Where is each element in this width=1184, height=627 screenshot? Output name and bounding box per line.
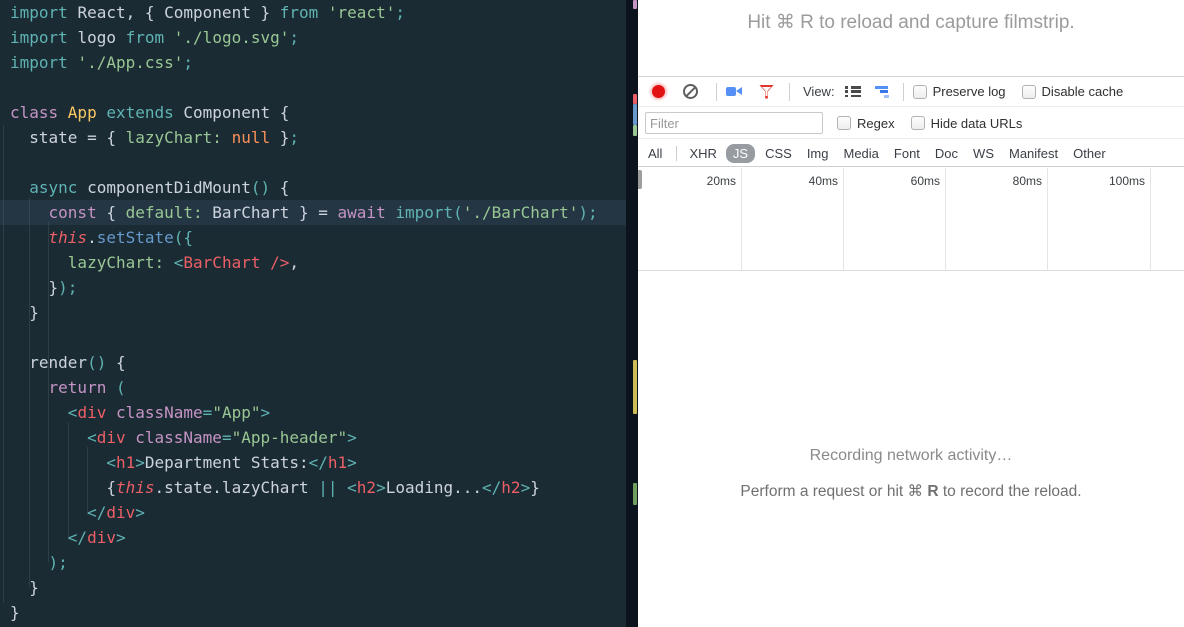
scrollbar-annotation-mark [633,104,637,125]
code-line: import React, { Component } from 'react'… [0,0,626,25]
scrollbar-annotation-mark [633,125,637,136]
code-line: lazyChart: <BarChart />, [0,250,626,275]
timeline-overview[interactable]: 20ms 40ms 60ms 80ms 100ms [638,168,1184,271]
timeline-tick-label: 80ms [1013,174,1042,188]
filter-row: Regex Hide data URLs [638,108,1184,139]
resource-tab-xhr[interactable]: XHR [688,144,717,163]
indent-guide [68,422,69,540]
code-line: } [0,300,626,325]
record-button[interactable] [652,85,665,98]
list-view-icon[interactable] [845,86,861,97]
scrollbar-annotation-mark [633,94,637,104]
disable-cache-label[interactable]: Disable cache [1042,84,1124,99]
code-line [0,75,626,100]
code-line: const { default: BarChart } = await impo… [0,200,626,225]
code-line: ); [0,550,626,575]
filter-funnel-icon[interactable] [759,85,774,99]
code-area[interactable]: import React, { Component } from 'react'… [0,0,626,627]
code-line: <div className="App"> [0,400,626,425]
editor-scrollbar[interactable] [626,0,638,627]
status-messages: Recording network activity… Perform a re… [638,447,1184,501]
code-line [0,150,626,175]
resource-tab-font[interactable]: Font [893,144,921,163]
resource-tab-all[interactable]: All [647,144,663,163]
devtools-network-panel: Hit ⌘ R to reload and capture filmstrip.… [638,0,1184,627]
indent-guide [3,125,4,603]
timeline-gridline [843,168,844,270]
resource-tab-manifest[interactable]: Manifest [1008,144,1059,163]
filmstrip-hint: Hit ⌘ R to reload and capture filmstrip. [638,11,1184,34]
toolbar-separator [789,83,790,101]
code-line: </div> [0,525,626,550]
timeline-tick-label: 40ms [809,174,838,188]
toolbar-separator [716,83,717,101]
scrollbar-annotation-mark [633,0,637,9]
code-line: class App extends Component { [0,100,626,125]
code-line: this.setState({ [0,225,626,250]
capture-screenshots-icon[interactable] [726,86,743,97]
code-line: <h1>Department Stats:</h1> [0,450,626,475]
tab-separator [676,146,677,161]
hide-data-urls-label[interactable]: Hide data URLs [931,116,1023,131]
timeline-gridline [945,168,946,270]
resource-tab-other[interactable]: Other [1072,144,1107,163]
code-line: {this.state.lazyChart || <h2>Loading...<… [0,475,626,500]
code-line: state = { lazyChart: null }; [0,125,626,150]
code-line: return ( [0,375,626,400]
reload-instruction: Perform a request or hit ⌘ R to record t… [638,482,1184,501]
code-line: <div className="App-header"> [0,425,626,450]
recording-status: Recording network activity… [638,447,1184,465]
code-line: async componentDidMount() { [0,175,626,200]
timeline-gridline [1150,168,1151,270]
scrollbar-annotation-mark [633,360,637,414]
timeline-tick-label: 20ms [707,174,736,188]
timeline-gridline [741,168,742,270]
indent-guide [48,222,49,562]
view-label: View: [803,84,835,99]
code-line: }); [0,275,626,300]
code-line: } [0,575,626,600]
screen: import React, { Component } from 'react'… [0,0,1184,627]
resource-tab-css[interactable]: CSS [764,144,793,163]
code-line: import logo from './logo.svg'; [0,25,626,50]
code-line: </div> [0,500,626,525]
resource-tab-doc[interactable]: Doc [934,144,959,163]
code-line: render() { [0,350,626,375]
regex-checkbox[interactable] [837,116,851,130]
indent-guide [87,447,88,515]
indent-guide [29,197,30,587]
regex-label[interactable]: Regex [857,116,895,131]
disable-cache-checkbox[interactable] [1022,85,1036,99]
filmstrip-area: Hit ⌘ R to reload and capture filmstrip. [638,0,1184,77]
resource-tab-ws[interactable]: WS [972,144,995,163]
timeline-tick-label: 60ms [911,174,940,188]
preserve-log-checkbox[interactable] [913,85,927,99]
network-toolbar: View: Preserve log Disable cache [638,77,1184,107]
timeline-scroll-notch[interactable] [638,170,642,189]
timeline-gridline [1047,168,1048,270]
hide-data-urls-checkbox[interactable] [911,116,925,130]
resource-type-tabs: All XHR JS CSS Img Media Font Doc WS Manifest Othe… [638,140,1184,167]
waterfall-view-icon[interactable] [875,86,894,98]
code-line: } [0,600,626,625]
clear-button[interactable] [683,84,698,99]
scrollbar-annotation-mark [633,483,637,505]
preserve-log-label[interactable]: Preserve log [933,84,1006,99]
timeline-tick-label: 100ms [1109,174,1145,188]
code-line: import './App.css'; [0,50,626,75]
code-editor-pane: import React, { Component } from 'react'… [0,0,638,627]
resource-tab-img[interactable]: Img [806,144,830,163]
toolbar-separator [903,83,904,101]
filter-input[interactable] [645,112,823,134]
resource-tab-media[interactable]: Media [842,144,879,163]
code-line [0,325,626,350]
resource-tab-js[interactable]: JS [726,144,755,163]
